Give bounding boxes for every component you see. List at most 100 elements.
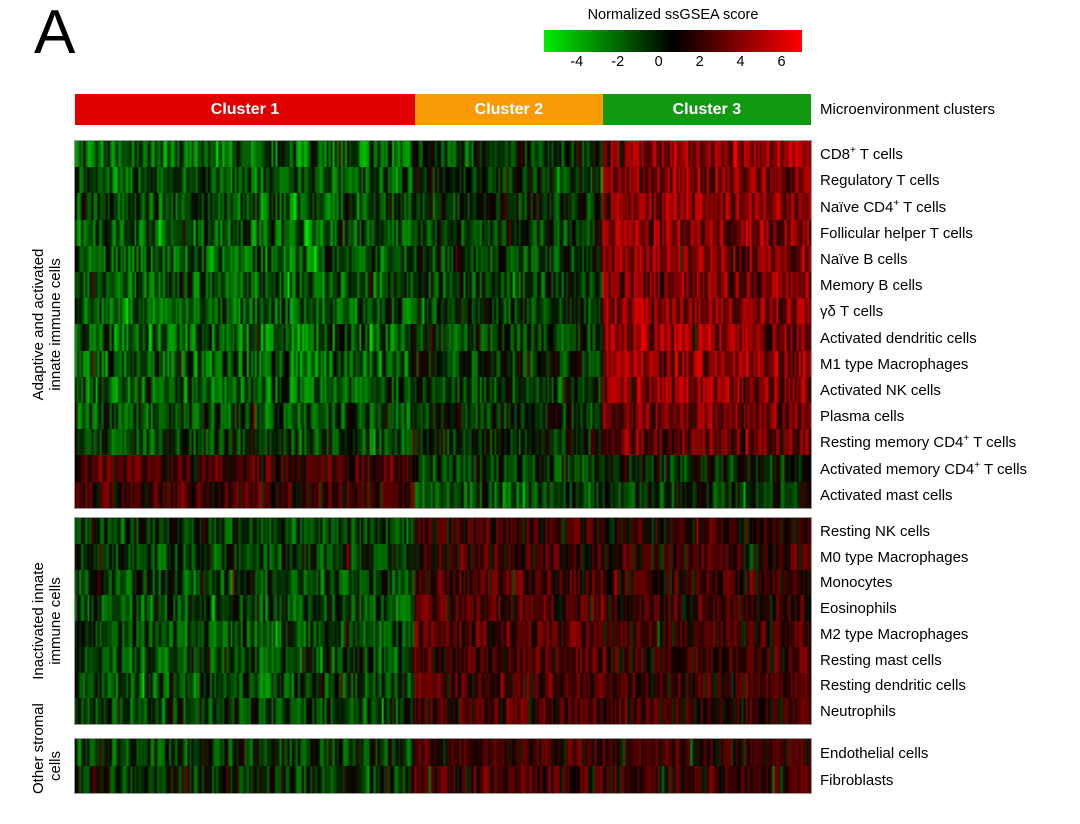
group-label-line: innate immune cells <box>47 258 64 391</box>
heatmap-row[interactable] <box>75 403 811 430</box>
legend-tick-4: 4 <box>736 54 745 70</box>
group-label-text: Inactivated innate immune cells <box>30 517 64 725</box>
heatmap-row[interactable] <box>75 429 811 456</box>
heatmap-row[interactable] <box>75 481 811 508</box>
row-label-7: Activated dendritic cells <box>820 329 977 347</box>
heatmap-row[interactable] <box>75 219 811 246</box>
row-label-20: Resting dendritic cells <box>820 677 966 695</box>
heatmap-row[interactable] <box>75 672 811 699</box>
heatmap-row-canvas <box>75 646 811 673</box>
heatmap-row-canvas <box>75 621 811 647</box>
heatmap-row-canvas <box>75 272 811 299</box>
cluster-segment-2[interactable]: Cluster 2 <box>415 94 603 125</box>
row-label-0: CD8+ T cells <box>820 145 903 164</box>
heatmap-row-canvas <box>75 455 811 482</box>
row-label-21: Neutrophils <box>820 703 896 721</box>
group-label-line: Other stromal <box>30 703 47 794</box>
heatmap-row[interactable] <box>75 245 811 273</box>
heatmap-row[interactable] <box>75 167 811 194</box>
color-legend-title: Normalized ssGSEA score <box>587 7 759 23</box>
group-label-line: cells <box>47 751 64 782</box>
legend-tick-5: 6 <box>777 54 786 70</box>
heatmap-block-3[interactable] <box>74 738 812 794</box>
heatmap-row-canvas <box>75 766 811 793</box>
heatmap-row-canvas <box>75 324 811 351</box>
group-label-line: Inactivated innate <box>30 562 47 680</box>
heatmap-row-canvas <box>75 376 811 404</box>
heatmap-row[interactable] <box>75 595 811 621</box>
row-label-5: Memory B cells <box>820 277 923 295</box>
heatmap-row-canvas <box>75 698 811 724</box>
heatmap-row-canvas <box>75 518 811 544</box>
legend-tick-1: -2 <box>611 54 625 70</box>
cluster-segment-3[interactable]: Cluster 3 <box>602 94 811 125</box>
row-label-4: Naïve B cells <box>820 250 908 268</box>
row-label-2: Naïve CD4+ T cells <box>820 197 947 216</box>
heatmap-row-canvas <box>75 481 811 508</box>
group-label-text: Other stromal cells <box>30 703 64 794</box>
row-label-12: Activated memory CD4+ T cells <box>820 459 1028 478</box>
cluster-segment-label: Cluster 2 <box>474 100 544 118</box>
color-legend-gradient-bar <box>544 30 802 52</box>
legend-tick-2: 0 <box>654 54 663 70</box>
row-label-9: Activated NK cells <box>820 382 941 400</box>
heatmap-row-canvas <box>75 403 811 430</box>
row-label-19: Resting mast cells <box>820 651 942 669</box>
heatmap-row[interactable] <box>75 766 811 793</box>
row-label-14: Resting NK cells <box>820 522 931 540</box>
heatmap-row[interactable] <box>75 376 811 404</box>
row-label-6: γδ T cells <box>820 303 884 321</box>
heatmap-row[interactable] <box>75 518 811 544</box>
row-label-10: Plasma cells <box>820 408 905 426</box>
group-label-line: Adaptive and activated <box>30 248 47 401</box>
color-legend-ticks: -4 -2 0 2 4 6 <box>544 53 802 73</box>
row-label-13: Activated mast cells <box>820 486 953 504</box>
heatmap-row[interactable] <box>75 569 811 596</box>
heatmap-row[interactable] <box>75 698 811 724</box>
row-label-8: M1 type Macrophages <box>820 355 969 373</box>
cluster-bar-annotation-label: Microenvironment clusters <box>820 101 996 118</box>
heatmap-row[interactable] <box>75 455 811 482</box>
heatmap-row[interactable] <box>75 324 811 351</box>
microenvironment-cluster-bar[interactable]: Cluster 1 Cluster 2 Cluster 3 <box>74 93 812 126</box>
heatmap-row[interactable] <box>75 350 811 377</box>
row-label-18: M2 type Macrophages <box>820 625 969 643</box>
heatmap-row-canvas <box>75 569 811 596</box>
cluster-segment-label: Cluster 1 <box>210 100 280 118</box>
color-legend: Normalized ssGSEA score -4 -2 0 2 4 6 <box>544 6 802 73</box>
heatmap-row-canvas <box>75 429 811 456</box>
heatmap-row-canvas <box>75 672 811 699</box>
heatmap-row-canvas <box>75 167 811 194</box>
cluster-segment-label: Cluster 3 <box>672 100 742 118</box>
group-label-line: immune cells <box>47 577 64 665</box>
heatmap-block-1[interactable] <box>74 140 812 509</box>
row-label-23: Fibroblasts <box>820 771 894 789</box>
heatmap-block-2[interactable] <box>74 517 812 725</box>
row-label-22: Endothelial cells <box>820 744 929 762</box>
row-label-3: Follicular helper T cells <box>820 224 973 242</box>
row-label-1: Regulatory T cells <box>820 172 940 190</box>
heatmap-row[interactable] <box>75 272 811 299</box>
panel-letter: A <box>34 0 76 67</box>
heatmap-row[interactable] <box>75 193 811 220</box>
heatmap-row-canvas <box>75 141 811 168</box>
heatmap-row[interactable] <box>75 543 811 570</box>
legend-tick-3: 2 <box>695 54 704 70</box>
heatmap-row-canvas <box>75 595 811 621</box>
heatmap-row-canvas <box>75 245 811 273</box>
heatmap-row[interactable] <box>75 739 811 766</box>
row-label-16: Monocytes <box>820 574 893 592</box>
heatmap-row-canvas <box>75 193 811 220</box>
row-label-11: Resting memory CD4+ T cells <box>820 433 1017 452</box>
group-label-text: Adaptive and activated innate immune cell… <box>30 140 64 509</box>
heatmap-row[interactable] <box>75 141 811 168</box>
cluster-segment-1[interactable]: Cluster 1 <box>75 94 416 125</box>
heatmap-row-canvas <box>75 298 811 325</box>
heatmap-row[interactable] <box>75 298 811 325</box>
row-label-17: Eosinophils <box>820 600 897 618</box>
heatmap-row-canvas <box>75 350 811 377</box>
row-label-15: M0 type Macrophages <box>820 548 969 566</box>
heatmap-row[interactable] <box>75 646 811 673</box>
heatmap-row-canvas <box>75 739 811 766</box>
heatmap-row[interactable] <box>75 621 811 647</box>
